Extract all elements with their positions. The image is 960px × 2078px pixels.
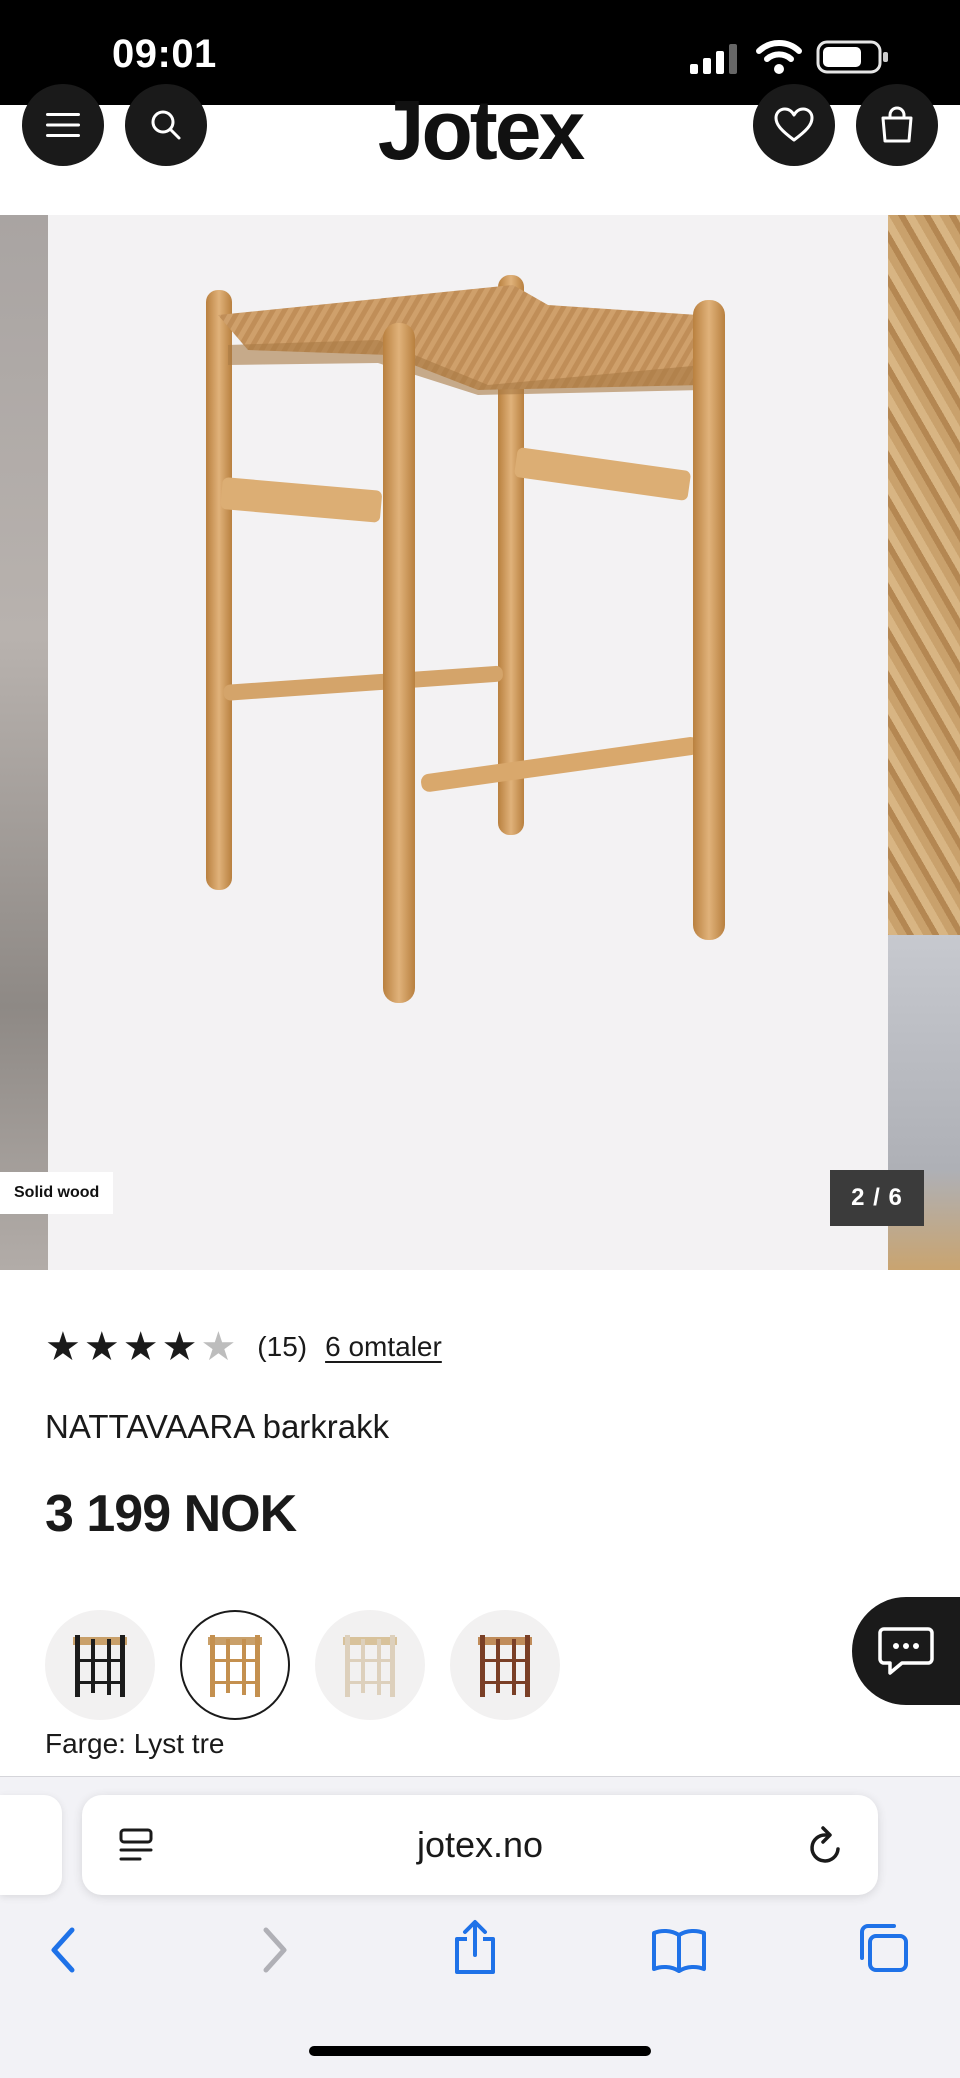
- signal-icon: [690, 44, 737, 74]
- status-time: 09:01: [112, 32, 217, 76]
- stool-thumbnail-icon: [208, 1635, 262, 1697]
- home-indicator: [309, 2046, 651, 2056]
- color-swatch-light-wood[interactable]: [180, 1610, 290, 1720]
- hamburger-icon: [46, 113, 80, 137]
- bag-icon: [881, 106, 913, 143]
- stool-thumbnail-icon: [73, 1635, 127, 1697]
- wishlist-button[interactable]: [753, 84, 835, 166]
- cart-button[interactable]: [856, 84, 938, 166]
- forward-button[interactable]: [240, 1915, 310, 1985]
- battery-icon: [816, 40, 888, 74]
- reload-icon[interactable]: [806, 1825, 846, 1867]
- menu-button[interactable]: [22, 84, 104, 166]
- tabs-button[interactable]: [848, 1913, 918, 1983]
- material-badge: Solid wood: [0, 1172, 114, 1214]
- rating-stars: ★★★★★: [45, 1327, 239, 1367]
- rating-row: ★★★★★ (15) 6 omtaler: [45, 1325, 442, 1369]
- star-filled-icon: ★: [45, 1325, 81, 1369]
- reviews-link[interactable]: 6 omtaler: [325, 1331, 442, 1363]
- chat-icon: [878, 1627, 934, 1675]
- rating-count: (15): [257, 1331, 308, 1362]
- bookmarks-button[interactable]: [644, 1915, 714, 1985]
- address-bar[interactable]: jotex.no: [82, 1795, 878, 1895]
- chevron-right-icon: [263, 1927, 287, 1973]
- color-label: Farge: Lyst tre: [45, 1728, 225, 1759]
- heart-icon: [774, 107, 814, 142]
- previous-image-peek[interactable]: [0, 215, 48, 1270]
- search-icon: [151, 110, 181, 140]
- image-counter: 2 / 6: [830, 1170, 924, 1226]
- star-filled-icon: ★: [161, 1325, 198, 1369]
- star-empty-icon: ★: [200, 1325, 237, 1369]
- color-swatch-black[interactable]: [45, 1610, 155, 1720]
- bar-stool-image: [206, 275, 725, 1003]
- book-icon: [652, 1928, 706, 1973]
- product-name: NATTAVAARA barkrakk: [45, 1408, 390, 1445]
- wifi-icon: [756, 40, 802, 74]
- share-button[interactable]: [440, 1912, 510, 1982]
- product-price: 3 199 NOK: [45, 1485, 297, 1543]
- previous-tab-peek[interactable]: [0, 1795, 62, 1895]
- back-button[interactable]: [28, 1915, 98, 1985]
- chevron-left-icon: [51, 1927, 75, 1973]
- stool-thumbnail-icon: [478, 1635, 532, 1697]
- tabs-icon: [860, 1924, 908, 1972]
- star-filled-icon: ★: [83, 1325, 120, 1369]
- color-swatch-white[interactable]: [315, 1610, 425, 1720]
- url-text[interactable]: jotex.no: [82, 1795, 878, 1895]
- star-filled-icon: ★: [122, 1325, 159, 1369]
- stool-thumbnail-icon: [343, 1635, 397, 1697]
- chat-button[interactable]: [852, 1597, 960, 1705]
- product-image-gallery[interactable]: Solid wood 2 / 6: [0, 215, 960, 1270]
- share-icon: [455, 1920, 495, 1974]
- search-button[interactable]: [125, 84, 207, 166]
- color-swatch-walnut[interactable]: [450, 1610, 560, 1720]
